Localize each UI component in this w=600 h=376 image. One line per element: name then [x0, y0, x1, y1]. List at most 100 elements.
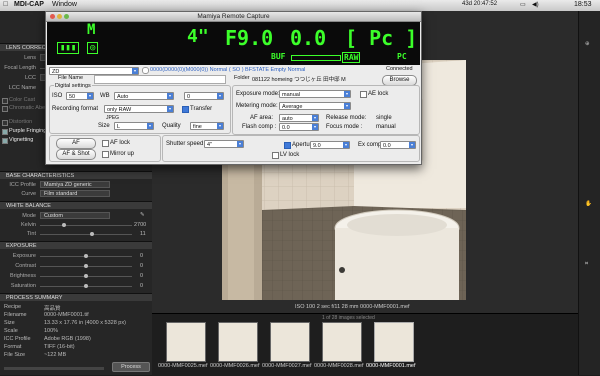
contrast-value[interactable]: 0 — [140, 263, 143, 269]
af-area-select[interactable]: auto ▾ — [279, 114, 319, 122]
summary-key: ICC Profile — [4, 336, 31, 342]
transfer-checkbox[interactable] — [182, 106, 189, 113]
shutter-speed-select[interactable]: 4" ▾ — [204, 140, 244, 148]
chevron-down-icon: ▾ — [343, 142, 349, 148]
ex-comp-select[interactable]: 0.0 ▾ — [380, 141, 416, 149]
file-name-label: File Name — [58, 75, 84, 81]
thumbnail[interactable] — [270, 322, 310, 362]
lv-lock-checkbox[interactable] — [272, 152, 279, 159]
volume-icon[interactable]: ◀) — [532, 1, 539, 8]
lcd-display: M ▮▮▮ ◎ 4" F9.0 0.0 [ Pc ] BUF RAW PC — [47, 22, 420, 65]
tint-value[interactable]: 11 — [140, 231, 146, 237]
tint-knob[interactable] — [90, 232, 94, 236]
crop-icon[interactable]: ⌗ — [585, 261, 588, 268]
base-characteristics-header[interactable]: BASE CHARACTERISTICS — [0, 171, 152, 179]
brightness-knob[interactable] — [84, 274, 88, 278]
color-cast-checkbox[interactable] — [2, 98, 8, 104]
ae-lock-label: AE lock — [368, 91, 389, 97]
saturation-knob[interactable] — [84, 284, 88, 288]
close-button[interactable] — [50, 14, 55, 19]
af-button[interactable]: AF — [56, 138, 96, 149]
thumbnail-label: 0000-MMF0027.mef — [262, 363, 312, 369]
contrast-label: Contrast — [15, 263, 36, 269]
chevron-down-icon: ▾ — [344, 91, 350, 97]
focus-mode-label: Focus mode : — [326, 124, 363, 130]
size-select[interactable]: L ▾ — [114, 122, 154, 130]
window-menu[interactable]: Window — [52, 1, 77, 8]
chromatic-aberration-checkbox[interactable] — [2, 106, 8, 112]
chevron-down-icon: ▾ — [237, 141, 243, 147]
jpeg-label: JPEG — [106, 115, 120, 121]
lcc-name-label: LCC Name — [8, 85, 36, 91]
zoom-button[interactable] — [64, 14, 69, 19]
af-lock-label: AF lock — [110, 140, 131, 146]
icc-profile-select[interactable]: Mamiya ZD generic — [40, 181, 110, 188]
distortion-checkbox[interactable] — [2, 120, 8, 126]
mirror-up-checkbox[interactable] — [102, 151, 109, 158]
folder-label: Folder — [234, 75, 250, 81]
kelvin-value[interactable]: 2700 — [134, 222, 146, 228]
lcd-shutter: 4" — [187, 26, 209, 47]
brightness-value[interactable]: 0 — [140, 273, 143, 279]
iso-select[interactable]: 50 ▾ — [66, 92, 94, 100]
af-lock-checkbox[interactable] — [102, 140, 109, 147]
thumbnail[interactable] — [218, 322, 258, 362]
file-name-field[interactable] — [94, 75, 226, 84]
contrast-knob[interactable] — [84, 264, 88, 268]
status-radio[interactable] — [142, 67, 149, 74]
flash-comp-label: Flash comp : — [242, 124, 277, 130]
camera-status-line: 0000(D000(0)(M000(0)) Normal ( SO ) BFST… — [150, 67, 306, 73]
wb-compensation-select[interactable]: 0 ▾ — [184, 92, 224, 100]
recording-format-select[interactable]: only RAW ▾ — [104, 105, 174, 113]
lcd-ev: 0.0 — [290, 26, 327, 50]
icc-profile-label: ICC Profile — [9, 182, 36, 188]
white-balance-header[interactable]: WHITE BALANCE — [0, 201, 152, 209]
thumbnail[interactable] — [322, 322, 362, 362]
wb-mode-select[interactable]: Custom — [40, 212, 110, 219]
summary-key: Filename — [4, 312, 27, 318]
curve-select[interactable]: Film standard — [40, 190, 110, 197]
process-summary-header[interactable]: PROCESS SUMMARY — [0, 293, 152, 301]
quality-select[interactable]: fine ▾ — [190, 122, 224, 130]
minimize-button[interactable] — [57, 14, 62, 19]
hand-icon[interactable]: ✋ — [585, 201, 592, 207]
exposure-header[interactable]: EXPOSURE — [0, 241, 152, 249]
exposure-mode-select[interactable]: manual ▾ — [279, 90, 351, 98]
tint-slider[interactable] — [40, 234, 132, 235]
lv-lock-label: LV lock — [280, 152, 300, 158]
aperture-checkbox[interactable] — [284, 142, 291, 149]
focal-length-label: Focal Length — [4, 65, 36, 71]
thumbnail-label: 0000-MMF0025.mef — [158, 363, 208, 369]
lcd-raw: RAW — [342, 52, 361, 63]
process-button[interactable]: Process — [112, 362, 150, 372]
vignetting-checkbox[interactable] — [2, 138, 8, 144]
picker-icon[interactable]: ✎ — [140, 212, 145, 218]
chevron-down-icon: ▾ — [132, 68, 138, 74]
aperture-select[interactable]: 9.0 ▾ — [310, 141, 350, 149]
thumbnail-selected[interactable] — [374, 322, 414, 362]
app-menu[interactable]: MDI-CAP — [14, 1, 44, 8]
wb-select[interactable]: Auto ▾ — [114, 92, 174, 100]
summary-value: 高品質 — [44, 306, 61, 312]
kelvin-slider[interactable] — [40, 225, 132, 226]
zoom-icon[interactable]: ⊕ — [585, 41, 590, 47]
battery-full-icon: ▮▮▮ — [57, 42, 80, 54]
window-titlebar[interactable]: Mamiya Remote Capture — [46, 12, 421, 22]
camera-select[interactable]: ZD ▾ — [49, 67, 139, 75]
purple-fringing-label: Purple Fringing — [9, 128, 47, 134]
apple-icon[interactable]:  — [3, 1, 8, 8]
filmstrip: 1 of 28 images selected 0000-MMF0025.mef… — [152, 313, 578, 376]
exposure-knob[interactable] — [84, 254, 88, 258]
ae-lock-checkbox[interactable] — [360, 91, 367, 98]
exposure-label: Exposure — [12, 253, 36, 259]
lcd-pc: PC — [397, 52, 407, 61]
kelvin-knob[interactable] — [62, 223, 66, 227]
flash-comp-select[interactable]: 0.0 ▾ — [279, 123, 319, 131]
saturation-value[interactable]: 0 — [140, 283, 143, 289]
connected-status: Connected — [386, 66, 413, 72]
exposure-value[interactable]: 0 — [140, 253, 143, 259]
purple-fringing-checkbox[interactable] — [2, 129, 8, 135]
metering-mode-select[interactable]: Average ▾ — [279, 102, 351, 110]
af-and-shot-button[interactable]: AF & Shot — [56, 149, 96, 160]
thumbnail[interactable] — [166, 322, 206, 362]
